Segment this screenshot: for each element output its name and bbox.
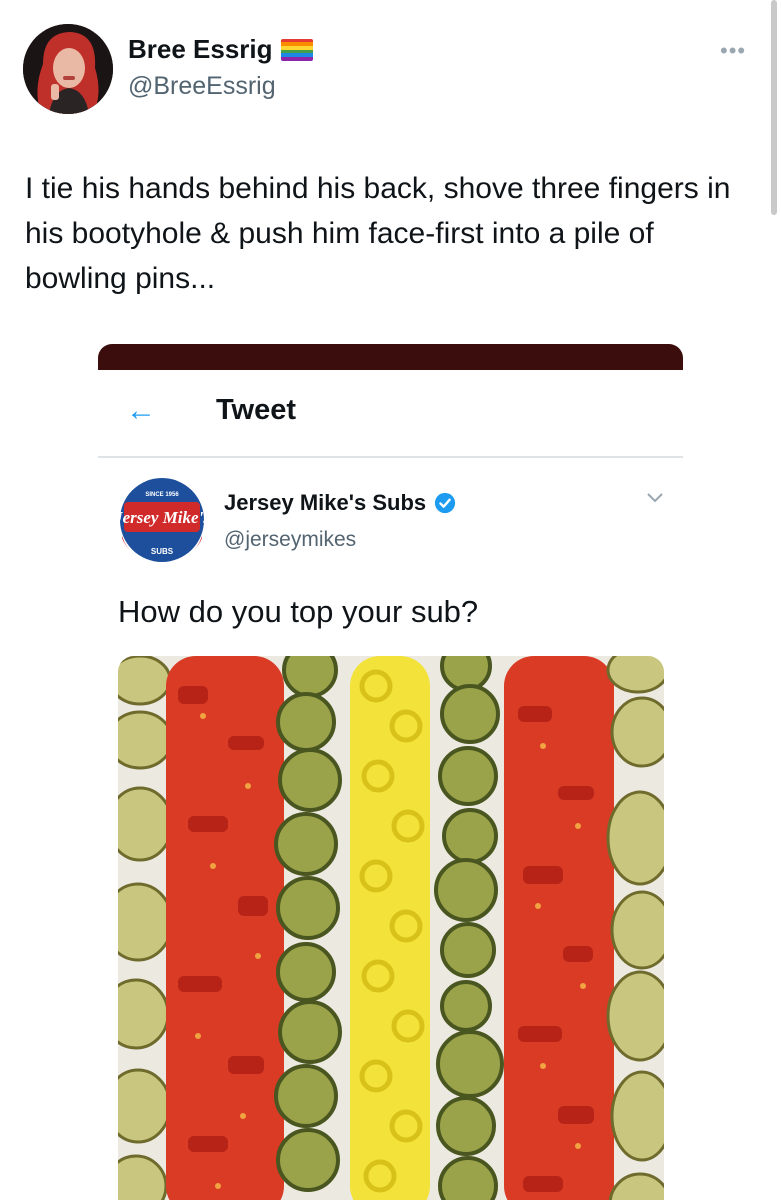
- svg-text:SINCE 1956: SINCE 1956: [145, 492, 179, 498]
- back-arrow-icon: ←: [126, 394, 156, 427]
- chevron-down-icon: [646, 488, 664, 509]
- screenshot-top-bar: [98, 344, 683, 370]
- scrollbar[interactable]: [771, 0, 777, 215]
- tweet-text: I tie his hands behind his back, shove t…: [25, 172, 731, 295]
- jersey-mikes-logo: SINCE 1956 Jersey Mike's SUBS: [118, 476, 206, 564]
- embedded-handle: @jerseymikes: [224, 528, 357, 551]
- embedded-display-name: Jersey Mike's Subs: [224, 490, 427, 515]
- svg-text:SUBS: SUBS: [151, 547, 174, 556]
- verified-badge-icon: [435, 492, 456, 514]
- rainbow-flag-icon: [280, 38, 313, 61]
- user-handle[interactable]: @BreeEssrig: [128, 72, 276, 101]
- embedded-tweet-text: How do you top your sub?: [118, 594, 479, 629]
- avatar[interactable]: [23, 24, 113, 114]
- toppings-photo: [118, 656, 664, 1200]
- svg-text:Jersey Mike's: Jersey Mike's: [118, 508, 206, 527]
- avatar-photo: [23, 24, 113, 114]
- screenshot-header-title: Tweet: [216, 394, 297, 426]
- attached-screenshot[interactable]: ← Tweet SINCE 1956 Jersey Mike's SUBS Je…: [98, 344, 683, 1200]
- divider: [98, 456, 683, 458]
- display-name[interactable]: Bree Essrig: [128, 34, 273, 65]
- more-options-icon[interactable]: •••: [720, 38, 746, 64]
